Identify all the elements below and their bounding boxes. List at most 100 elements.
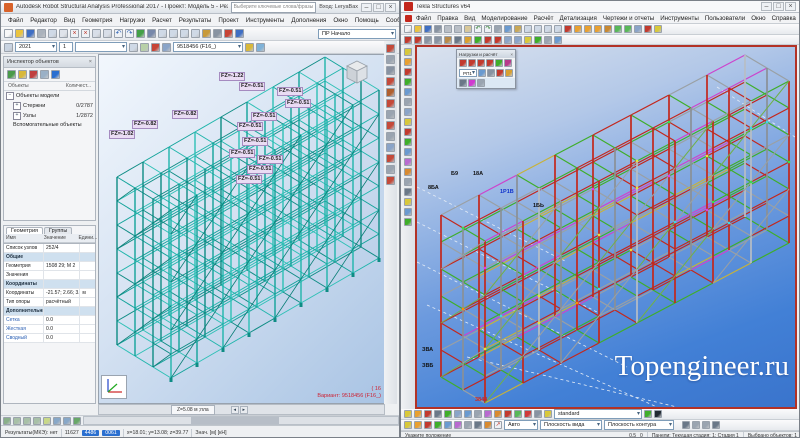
combinations-icon[interactable] [386,143,395,152]
snap-nearest-icon[interactable] [424,421,432,429]
select-rebar-icon[interactable] [444,410,452,418]
minimize-icon[interactable]: – [761,2,772,11]
property-row[interactable]: Жесткая0.0 [4,325,95,334]
temperature-load-icon[interactable] [504,59,512,67]
view-3d-icon[interactable] [594,25,602,33]
calc-icon[interactable] [224,29,233,38]
presentation-icon[interactable] [256,43,265,52]
property-row[interactable]: Геометрия1508 29; М 2 [4,262,95,271]
tekla-menu-item[interactable]: Чертежи и отчеты [600,14,657,23]
section-icon[interactable] [386,77,395,86]
property-row[interactable]: Дополнительные характеристики [4,307,95,316]
snap-intersection-icon[interactable] [404,158,412,166]
tekla-menu-item[interactable]: Окно [748,14,768,23]
snap-extension-icon[interactable] [464,421,472,429]
select-object-icon[interactable] [404,78,412,86]
select-points-icon[interactable] [464,410,472,418]
tree-item[interactable]: +Стержни0/2787 [4,101,95,111]
tekla-menu-item[interactable]: Вид [461,14,478,23]
new-icon[interactable] [4,29,13,38]
uniform-load-icon[interactable] [486,59,494,67]
load-slash-icon[interactable] [477,79,485,87]
screen-capture-icon[interactable] [59,29,68,38]
zoom-in-icon[interactable] [158,29,167,38]
snap-intersect-icon[interactable] [444,421,452,429]
select-assemblies-icon[interactable] [504,410,512,418]
property-row[interactable]: Общие [4,253,95,262]
property-row[interactable]: Сетка0.0 [4,316,95,325]
area-load-icon[interactable] [477,59,485,67]
tekla-menu-item[interactable]: Справка [769,14,799,23]
select-filter-combo[interactable]: standard▾ [554,409,642,419]
select-bolts-icon[interactable] [434,410,442,418]
snap-free2-icon[interactable] [474,421,482,429]
cut-icon[interactable] [444,25,452,33]
slab-icon[interactable] [434,36,442,44]
zoom-in-icon[interactable] [524,25,532,33]
print-icon[interactable] [37,29,46,38]
palette-close-icon[interactable]: × [510,52,513,57]
tekla-menu-item[interactable]: Файл [413,14,434,23]
tekla-menu-item[interactable]: Правка [434,14,461,23]
link-icon[interactable] [434,25,442,33]
save-icon[interactable] [424,25,432,33]
info-icon[interactable] [51,70,60,79]
supports-icon[interactable] [386,88,395,97]
table-icon[interactable] [136,29,145,38]
snap-perp-icon[interactable] [454,421,462,429]
tekla-menu-item[interactable]: Детализация [557,14,600,23]
view-basic-icon[interactable] [584,25,592,33]
minimize-icon[interactable]: – [361,3,372,12]
snap-perpendicular-icon[interactable] [404,168,412,176]
node-display-icon[interactable] [53,417,61,425]
select-tasks-icon[interactable] [514,410,522,418]
tree-expander-icon[interactable]: + [13,112,21,120]
load-group-icon[interactable] [478,69,486,77]
xsnap-icon[interactable] [692,421,700,429]
report-icon[interactable] [504,25,512,33]
select-grids-icon[interactable] [474,410,482,418]
person-icon[interactable] [386,66,395,75]
grid-icon[interactable] [554,36,562,44]
pointer-icon[interactable] [654,410,662,418]
filter-icon[interactable] [18,70,27,79]
polybeam-icon[interactable] [514,36,522,44]
tab-prev-icon[interactable]: ◂ [231,406,239,414]
delete-icon[interactable]: × [81,29,90,38]
robot-bar-combo[interactable]: ▾ [75,42,127,52]
select-all-icon[interactable] [404,48,412,56]
print-icon[interactable] [494,25,502,33]
zoom-extents-icon[interactable] [191,29,200,38]
select-components-icon[interactable] [494,410,502,418]
loads-icon[interactable] [386,121,395,130]
robot-search-box[interactable]: Выберите ключевые слова/фразы [231,2,317,13]
tekla-menu-item[interactable]: Расчёт [531,14,557,23]
robot-menu-item[interactable]: Сообщество [383,16,400,25]
settings-icon[interactable] [213,29,222,38]
view-xy-icon[interactable] [13,417,21,425]
undo-icon[interactable]: ↶ [114,29,123,38]
line-load-icon[interactable] [468,59,476,67]
select-point-icon[interactable] [404,88,412,96]
view-plane-combo[interactable]: Плоскость вида▾ [540,420,602,430]
workarea-icon[interactable] [404,218,412,226]
select-view-icon[interactable] [404,108,412,116]
select-parts-icon[interactable] [414,410,422,418]
point-load-icon[interactable] [459,59,467,67]
node-select-icon[interactable] [4,43,13,52]
robot-menu-item[interactable]: Помощь [352,16,382,25]
robot-menu-item[interactable]: Инструменты [243,16,288,25]
properties-tab[interactable]: Группы [44,227,72,234]
redo-icon[interactable]: ↷ [125,29,134,38]
tekla-viewport[interactable]: Б918А8БА1Р1В1БЬЗВАЗВБ3844 Topengineer.ru [415,45,797,409]
dynamic-view-icon[interactable] [245,43,254,52]
property-row[interactable]: Координаты [4,280,95,289]
select-switch-icon[interactable] [404,410,412,418]
print-preview-icon[interactable] [48,29,57,38]
snap-midpoint-icon[interactable] [404,148,412,156]
bar-display-icon[interactable] [63,417,71,425]
clip-plane-icon[interactable] [404,208,412,216]
pan-icon[interactable] [544,25,552,33]
tree-item[interactable]: −Объекты модели [4,91,95,101]
weld-icon[interactable] [464,36,472,44]
